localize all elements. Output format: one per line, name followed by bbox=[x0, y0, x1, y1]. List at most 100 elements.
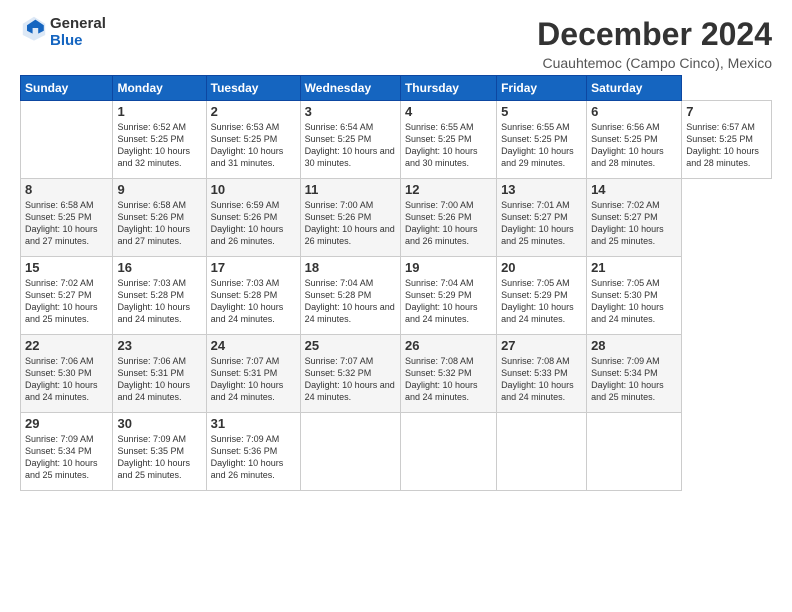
main-title: December 2024 bbox=[537, 16, 772, 53]
day-number: 11 bbox=[305, 182, 396, 197]
calendar-cell: 30Sunrise: 7:09 AMSunset: 5:35 PMDayligh… bbox=[113, 413, 206, 491]
day-number: 10 bbox=[211, 182, 296, 197]
calendar-cell: 7 Sunrise: 6:57 AMSunset: 5:25 PMDaylight… bbox=[682, 101, 772, 179]
calendar-cell bbox=[587, 413, 682, 491]
day-info: Sunrise: 7:08 AMSunset: 5:32 PMDaylight:… bbox=[405, 355, 492, 404]
day-number: 7 bbox=[686, 104, 767, 119]
day-number: 27 bbox=[501, 338, 582, 353]
day-number: 1 bbox=[117, 104, 201, 119]
calendar-cell bbox=[21, 101, 113, 179]
day-number: 6 bbox=[591, 104, 677, 119]
day-info: Sunrise: 7:04 AMSunset: 5:28 PMDaylight:… bbox=[305, 277, 396, 326]
calendar-cell: 31Sunrise: 7:09 AMSunset: 5:36 PMDayligh… bbox=[206, 413, 300, 491]
day-number: 8 bbox=[25, 182, 108, 197]
day-number: 29 bbox=[25, 416, 108, 431]
day-number: 20 bbox=[501, 260, 582, 275]
day-number: 3 bbox=[305, 104, 396, 119]
calendar-cell: 26 Sunrise: 7:08 AMSunset: 5:32 PMDayligh… bbox=[400, 335, 496, 413]
calendar-cell: 23 Sunrise: 7:06 AMSunset: 5:31 PMDayligh… bbox=[113, 335, 206, 413]
day-info: Sunrise: 7:09 AMSunset: 5:34 PMDaylight:… bbox=[591, 355, 677, 404]
header-cell-monday: Monday bbox=[113, 76, 206, 101]
calendar-cell: 19 Sunrise: 7:04 AMSunset: 5:29 PMDayligh… bbox=[400, 257, 496, 335]
day-info: Sunrise: 6:58 AMSunset: 5:25 PMDaylight:… bbox=[25, 199, 108, 248]
calendar-cell: 18 Sunrise: 7:04 AMSunset: 5:28 PMDayligh… bbox=[300, 257, 400, 335]
day-number: 22 bbox=[25, 338, 108, 353]
day-info: Sunrise: 7:03 AMSunset: 5:28 PMDaylight:… bbox=[211, 277, 296, 326]
day-number: 28 bbox=[591, 338, 677, 353]
day-number: 2 bbox=[211, 104, 296, 119]
calendar-cell: 25Sunrise: 7:07 AMSunset: 5:32 PMDayligh… bbox=[300, 335, 400, 413]
calendar-cell: 12Sunrise: 7:00 AMSunset: 5:26 PMDayligh… bbox=[400, 179, 496, 257]
calendar-cell: 13Sunrise: 7:01 AMSunset: 5:27 PMDayligh… bbox=[497, 179, 587, 257]
calendar-cell: 28 Sunrise: 7:09 AMSunset: 5:34 PMDayligh… bbox=[587, 335, 682, 413]
day-number: 15 bbox=[25, 260, 108, 275]
calendar-cell: 15 Sunrise: 7:02 AMSunset: 5:27 PMDayligh… bbox=[21, 257, 113, 335]
day-info: Sunrise: 7:03 AMSunset: 5:28 PMDaylight:… bbox=[117, 277, 201, 326]
calendar-cell: 22 Sunrise: 7:06 AMSunset: 5:30 PMDayligh… bbox=[21, 335, 113, 413]
day-number: 5 bbox=[501, 104, 582, 119]
day-info: Sunrise: 7:09 AMSunset: 5:36 PMDaylight:… bbox=[211, 433, 296, 482]
calendar-cell: 2 Sunrise: 6:53 AMSunset: 5:25 PMDaylight… bbox=[206, 101, 300, 179]
calendar-cell: 10 Sunrise: 6:59 AMSunset: 5:26 PMDayligh… bbox=[206, 179, 300, 257]
logo-text-blue: Blue bbox=[50, 33, 106, 50]
title-block: December 2024 Cuauhtemoc (Campo Cinco), … bbox=[537, 16, 772, 71]
day-info: Sunrise: 6:55 AMSunset: 5:25 PMDaylight:… bbox=[501, 121, 582, 170]
calendar-table: SundayMondayTuesdayWednesdayThursdayFrid… bbox=[20, 75, 772, 491]
calendar-cell: 8 Sunrise: 6:58 AMSunset: 5:25 PMDaylight… bbox=[21, 179, 113, 257]
day-number: 19 bbox=[405, 260, 492, 275]
calendar-cell: 5 Sunrise: 6:55 AMSunset: 5:25 PMDaylight… bbox=[497, 101, 587, 179]
header-row: SundayMondayTuesdayWednesdayThursdayFrid… bbox=[21, 76, 772, 101]
calendar-cell: 6 Sunrise: 6:56 AMSunset: 5:25 PMDaylight… bbox=[587, 101, 682, 179]
calendar-cell: 14Sunrise: 7:02 AMSunset: 5:27 PMDayligh… bbox=[587, 179, 682, 257]
day-info: Sunrise: 7:06 AMSunset: 5:30 PMDaylight:… bbox=[25, 355, 108, 404]
day-number: 18 bbox=[305, 260, 396, 275]
day-info: Sunrise: 6:58 AMSunset: 5:26 PMDaylight:… bbox=[117, 199, 201, 248]
calendar-cell: 11Sunrise: 7:00 AMSunset: 5:26 PMDayligh… bbox=[300, 179, 400, 257]
week-row-4: 22 Sunrise: 7:06 AMSunset: 5:30 PMDayligh… bbox=[21, 335, 772, 413]
logo: General Blue bbox=[20, 16, 106, 49]
calendar-cell: 21 Sunrise: 7:05 AMSunset: 5:30 PMDayligh… bbox=[587, 257, 682, 335]
day-info: Sunrise: 7:09 AMSunset: 5:35 PMDaylight:… bbox=[117, 433, 201, 482]
day-number: 16 bbox=[117, 260, 201, 275]
day-info: Sunrise: 6:57 AMSunset: 5:25 PMDaylight:… bbox=[686, 121, 767, 170]
day-info: Sunrise: 6:55 AMSunset: 5:25 PMDaylight:… bbox=[405, 121, 492, 170]
day-info: Sunrise: 6:52 AMSunset: 5:25 PMDaylight:… bbox=[117, 121, 201, 170]
day-info: Sunrise: 7:02 AMSunset: 5:27 PMDaylight:… bbox=[25, 277, 108, 326]
calendar-cell: 1 Sunrise: 6:52 AMSunset: 5:25 PMDaylight… bbox=[113, 101, 206, 179]
week-row-1: 1 Sunrise: 6:52 AMSunset: 5:25 PMDaylight… bbox=[21, 101, 772, 179]
calendar-cell: 4Sunrise: 6:55 AMSunset: 5:25 PMDaylight… bbox=[400, 101, 496, 179]
calendar-cell bbox=[497, 413, 587, 491]
calendar-cell: 16 Sunrise: 7:03 AMSunset: 5:28 PMDayligh… bbox=[113, 257, 206, 335]
day-info: Sunrise: 6:56 AMSunset: 5:25 PMDaylight:… bbox=[591, 121, 677, 170]
logo-icon bbox=[20, 14, 48, 42]
week-row-3: 15 Sunrise: 7:02 AMSunset: 5:27 PMDayligh… bbox=[21, 257, 772, 335]
day-info: Sunrise: 7:04 AMSunset: 5:29 PMDaylight:… bbox=[405, 277, 492, 326]
day-number: 21 bbox=[591, 260, 677, 275]
day-info: Sunrise: 6:59 AMSunset: 5:26 PMDaylight:… bbox=[211, 199, 296, 248]
calendar-cell: 3 Sunrise: 6:54 AMSunset: 5:25 PMDaylight… bbox=[300, 101, 400, 179]
calendar-cell: 20Sunrise: 7:05 AMSunset: 5:29 PMDayligh… bbox=[497, 257, 587, 335]
header-cell-friday: Friday bbox=[497, 76, 587, 101]
day-info: Sunrise: 7:07 AMSunset: 5:32 PMDaylight:… bbox=[305, 355, 396, 404]
header-cell-tuesday: Tuesday bbox=[206, 76, 300, 101]
day-info: Sunrise: 6:54 AMSunset: 5:25 PMDaylight:… bbox=[305, 121, 396, 170]
day-info: Sunrise: 6:53 AMSunset: 5:25 PMDaylight:… bbox=[211, 121, 296, 170]
calendar-cell bbox=[400, 413, 496, 491]
day-info: Sunrise: 7:07 AMSunset: 5:31 PMDaylight:… bbox=[211, 355, 296, 404]
header-cell-sunday: Sunday bbox=[21, 76, 113, 101]
day-number: 26 bbox=[405, 338, 492, 353]
day-info: Sunrise: 7:06 AMSunset: 5:31 PMDaylight:… bbox=[117, 355, 201, 404]
header: General Blue December 2024 Cuauhtemoc (C… bbox=[20, 16, 772, 71]
day-number: 24 bbox=[211, 338, 296, 353]
day-info: Sunrise: 7:05 AMSunset: 5:30 PMDaylight:… bbox=[591, 277, 677, 326]
day-number: 23 bbox=[117, 338, 201, 353]
week-row-2: 8 Sunrise: 6:58 AMSunset: 5:25 PMDaylight… bbox=[21, 179, 772, 257]
header-cell-wednesday: Wednesday bbox=[300, 76, 400, 101]
header-cell-thursday: Thursday bbox=[400, 76, 496, 101]
logo-text-general: General bbox=[50, 16, 106, 33]
calendar-cell: 29 Sunrise: 7:09 AMSunset: 5:34 PMDayligh… bbox=[21, 413, 113, 491]
day-number: 13 bbox=[501, 182, 582, 197]
calendar-cell: 24 Sunrise: 7:07 AMSunset: 5:31 PMDayligh… bbox=[206, 335, 300, 413]
day-number: 17 bbox=[211, 260, 296, 275]
day-info: Sunrise: 7:09 AMSunset: 5:34 PMDaylight:… bbox=[25, 433, 108, 482]
